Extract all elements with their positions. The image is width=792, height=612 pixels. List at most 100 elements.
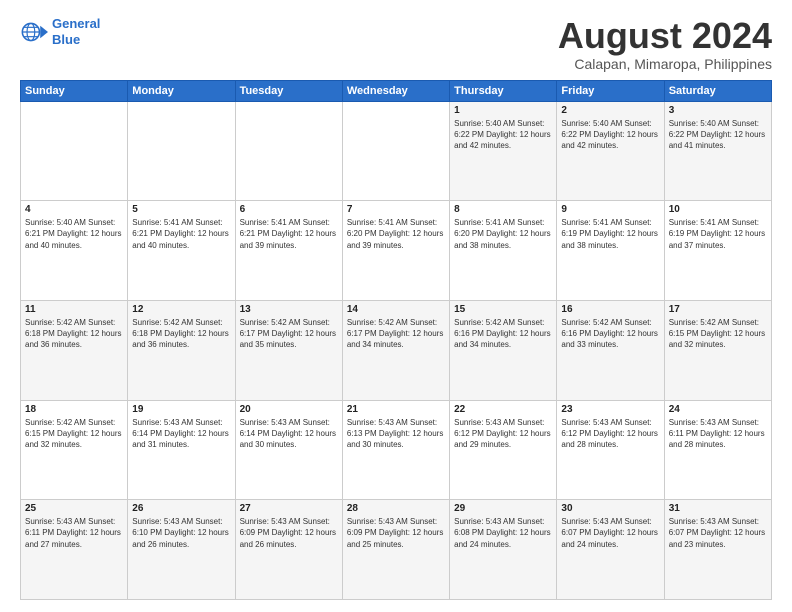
cell-info: Sunrise: 5:42 AM Sunset: 6:18 PM Dayligh… [132,317,230,351]
week-row-4: 25 Sunrise: 5:43 AM Sunset: 6:11 PM Dayli… [21,500,772,600]
cell-info: Sunrise: 5:43 AM Sunset: 6:10 PM Dayligh… [132,516,230,550]
cell-info: Sunrise: 5:43 AM Sunset: 6:14 PM Dayligh… [240,417,338,451]
calendar-cell: 16Sunrise: 5:42 AM Sunset: 6:16 PM Dayli… [557,300,664,400]
cell-date: 11 [25,304,123,315]
cell-date: 7 [347,204,445,215]
cell-info: Sunrise: 5:42 AM Sunset: 6:17 PM Dayligh… [240,317,338,351]
calendar-cell: 11 Sunrise: 5:42 AM Sunset: 6:18 PM Dayli… [21,300,128,400]
calendar-cell: 24 Sunrise: 5:43 AM Sunset: 6:11 PM Dayli… [664,400,771,500]
cell-date: 18 [25,404,123,415]
cell-date: 5 [132,204,230,215]
calendar-cell: 31 Sunrise: 5:43 AM Sunset: 6:07 PM Dayli… [664,500,771,600]
cell-date: 21 [347,404,445,415]
calendar-body: 1 Sunrise: 5:40 AM Sunset: 6:22 PM Daylig… [21,101,772,599]
calendar-cell [235,101,342,201]
calendar-cell: 27 Sunrise: 5:43 AM Sunset: 6:09 PM Dayli… [235,500,342,600]
week-row-0: 1 Sunrise: 5:40 AM Sunset: 6:22 PM Daylig… [21,101,772,201]
main-title: August 2024 [558,16,772,56]
calendar-cell: 19Sunrise: 5:43 AM Sunset: 6:14 PM Dayli… [128,400,235,500]
weekday-header-tuesday: Tuesday [235,80,342,101]
cell-date: 15 [454,304,552,315]
weekday-header-friday: Friday [557,80,664,101]
cell-date: 28 [347,503,445,514]
weekday-header-saturday: Saturday [664,80,771,101]
cell-date: 29 [454,503,552,514]
cell-info: Sunrise: 5:43 AM Sunset: 6:13 PM Dayligh… [347,417,445,451]
cell-info: Sunrise: 5:42 AM Sunset: 6:15 PM Dayligh… [25,417,123,451]
week-row-2: 11 Sunrise: 5:42 AM Sunset: 6:18 PM Dayli… [21,300,772,400]
calendar-cell: 29 Sunrise: 5:43 AM Sunset: 6:08 PM Dayli… [450,500,557,600]
cell-date: 2 [561,105,659,116]
cell-info: Sunrise: 5:40 AM Sunset: 6:22 PM Dayligh… [561,118,659,152]
cell-info: Sunrise: 5:40 AM Sunset: 6:22 PM Dayligh… [669,118,767,152]
cell-date: 9 [561,204,659,215]
calendar-cell: 12 Sunrise: 5:42 AM Sunset: 6:18 PM Dayli… [128,300,235,400]
cell-info: Sunrise: 5:40 AM Sunset: 6:22 PM Dayligh… [454,118,552,152]
cell-date: 12 [132,304,230,315]
calendar-cell: 2 Sunrise: 5:40 AM Sunset: 6:22 PM Daylig… [557,101,664,201]
cell-date: 25 [25,503,123,514]
cell-info: Sunrise: 5:42 AM Sunset: 6:18 PM Dayligh… [25,317,123,351]
week-row-3: 18 Sunrise: 5:42 AM Sunset: 6:15 PM Dayli… [21,400,772,500]
calendar-cell [128,101,235,201]
cell-info: Sunrise: 5:43 AM Sunset: 6:12 PM Dayligh… [454,417,552,451]
cell-info: Sunrise: 5:43 AM Sunset: 6:09 PM Dayligh… [347,516,445,550]
cell-info: Sunrise: 5:41 AM Sunset: 6:21 PM Dayligh… [132,217,230,251]
cell-date: 8 [454,204,552,215]
calendar-cell: 23 Sunrise: 5:43 AM Sunset: 6:12 PM Dayli… [557,400,664,500]
cell-info: Sunrise: 5:43 AM Sunset: 6:08 PM Dayligh… [454,516,552,550]
calendar-cell: 21 Sunrise: 5:43 AM Sunset: 6:13 PM Dayli… [342,400,449,500]
cell-info: Sunrise: 5:42 AM Sunset: 6:16 PM Dayligh… [454,317,552,351]
header-row: SundayMondayTuesdayWednesdayThursdayFrid… [21,80,772,101]
cell-date: 24 [669,404,767,415]
calendar-header: SundayMondayTuesdayWednesdayThursdayFrid… [21,80,772,101]
calendar-cell: 14 Sunrise: 5:42 AM Sunset: 6:17 PM Dayli… [342,300,449,400]
title-block: August 2024 Calapan, Mimaropa, Philippin… [558,16,772,72]
cell-info: Sunrise: 5:43 AM Sunset: 6:12 PM Dayligh… [561,417,659,451]
calendar-cell [342,101,449,201]
cell-date: 23 [561,404,659,415]
subtitle: Calapan, Mimaropa, Philippines [558,56,772,72]
calendar-cell: 26Sunrise: 5:43 AM Sunset: 6:10 PM Dayli… [128,500,235,600]
calendar-cell: 7 Sunrise: 5:41 AM Sunset: 6:20 PM Daylig… [342,201,449,301]
cell-date: 31 [669,503,767,514]
header: General Blue August 2024 Calapan, Mimaro… [20,16,772,72]
calendar-cell: 6Sunrise: 5:41 AM Sunset: 6:21 PM Daylig… [235,201,342,301]
cell-info: Sunrise: 5:43 AM Sunset: 6:09 PM Dayligh… [240,516,338,550]
cell-date: 10 [669,204,767,215]
calendar-cell: 22Sunrise: 5:43 AM Sunset: 6:12 PM Dayli… [450,400,557,500]
cell-date: 1 [454,105,552,116]
weekday-header-sunday: Sunday [21,80,128,101]
cell-info: Sunrise: 5:43 AM Sunset: 6:11 PM Dayligh… [669,417,767,451]
calendar-cell [21,101,128,201]
cell-info: Sunrise: 5:43 AM Sunset: 6:07 PM Dayligh… [561,516,659,550]
calendar-cell: 13 Sunrise: 5:42 AM Sunset: 6:17 PM Dayli… [235,300,342,400]
weekday-header-wednesday: Wednesday [342,80,449,101]
cell-info: Sunrise: 5:43 AM Sunset: 6:11 PM Dayligh… [25,516,123,550]
calendar-cell: 28 Sunrise: 5:43 AM Sunset: 6:09 PM Dayli… [342,500,449,600]
calendar-cell: 18 Sunrise: 5:42 AM Sunset: 6:15 PM Dayli… [21,400,128,500]
weekday-header-monday: Monday [128,80,235,101]
cell-info: Sunrise: 5:41 AM Sunset: 6:20 PM Dayligh… [454,217,552,251]
calendar-cell: 15 Sunrise: 5:42 AM Sunset: 6:16 PM Dayli… [450,300,557,400]
cell-date: 4 [25,204,123,215]
cell-info: Sunrise: 5:41 AM Sunset: 6:20 PM Dayligh… [347,217,445,251]
cell-date: 19 [132,404,230,415]
cell-date: 30 [561,503,659,514]
cell-date: 3 [669,105,767,116]
cell-info: Sunrise: 5:41 AM Sunset: 6:19 PM Dayligh… [561,217,659,251]
calendar-cell: 1 Sunrise: 5:40 AM Sunset: 6:22 PM Daylig… [450,101,557,201]
cell-info: Sunrise: 5:41 AM Sunset: 6:21 PM Dayligh… [240,217,338,251]
cell-info: Sunrise: 5:42 AM Sunset: 6:17 PM Dayligh… [347,317,445,351]
cell-info: Sunrise: 5:43 AM Sunset: 6:07 PM Dayligh… [669,516,767,550]
calendar-cell: 5 Sunrise: 5:41 AM Sunset: 6:21 PM Daylig… [128,201,235,301]
calendar-cell: 20Sunrise: 5:43 AM Sunset: 6:14 PM Dayli… [235,400,342,500]
cell-info: Sunrise: 5:42 AM Sunset: 6:16 PM Dayligh… [561,317,659,351]
cell-date: 14 [347,304,445,315]
logo-text: General Blue [52,16,100,47]
logo-icon [20,18,48,46]
cell-date: 27 [240,503,338,514]
logo-line2: Blue [52,32,80,47]
week-row-1: 4Sunrise: 5:40 AM Sunset: 6:21 PM Daylig… [21,201,772,301]
cell-date: 13 [240,304,338,315]
